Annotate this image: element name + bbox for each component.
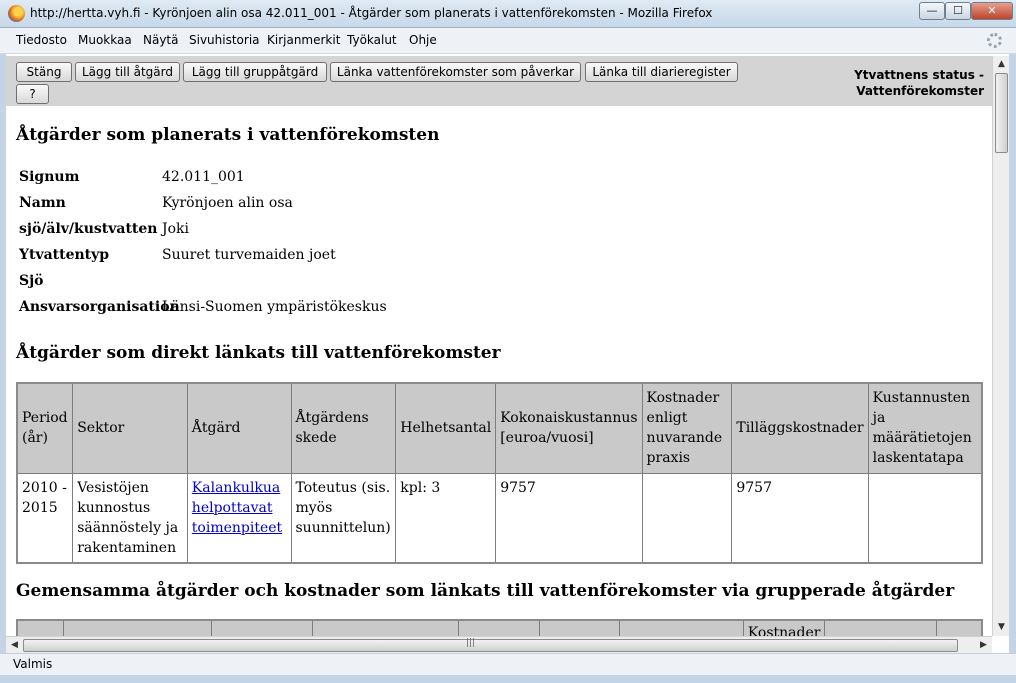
window-frame-bottom: [0, 675, 1016, 683]
column-header: Kustannusten ja määrätietojen laskentata…: [867, 382, 983, 474]
add-action-button[interactable]: Lägg till åtgärd: [75, 62, 180, 82]
scroll-down-icon[interactable]: ▼: [993, 619, 1010, 636]
sector-cell: Vesistöjen kunnostus säännöstely ja rake…: [72, 472, 188, 563]
info-value: Joki: [162, 221, 190, 237]
table-header-row: Kostnader: [16, 619, 983, 636]
help-button[interactable]: ?: [16, 84, 49, 104]
horizontal-scrollbar[interactable]: ◀ ||| ▶: [6, 636, 992, 653]
table-header-row: Period (år) Sektor Åtgärd Åtgärdens sked…: [16, 382, 983, 474]
link-water-bodies-button[interactable]: Länka vattenförekomster som påverkar: [330, 62, 581, 82]
page-viewport: Stäng Lägg till åtgärd Lägg till gruppåt…: [6, 56, 992, 636]
action-link[interactable]: Kalankulkua helpottavat toimenpiteet: [192, 480, 282, 536]
action-toolbar: Stäng Lägg till åtgärd Lägg till gruppåt…: [6, 56, 992, 106]
window-titlebar: http://hertta.vyh.fi - Kyrönjoen alin os…: [0, 0, 1016, 28]
menu-muokkaa[interactable]: Muokkaa: [78, 33, 132, 47]
scroll-up-icon[interactable]: ▲: [993, 56, 1010, 73]
column-header: Kostnader: [742, 619, 826, 636]
menu-nayta[interactable]: Näytä: [143, 33, 179, 47]
status-text: Valmis: [13, 657, 53, 671]
column-header: Kokonaiskustannus [euroa/vuosi]: [495, 382, 643, 474]
scroll-grip-icon: |||: [466, 638, 476, 648]
current-practice-cost-cell: [641, 472, 733, 563]
menu-sivuhistoria[interactable]: Sivuhistoria: [189, 33, 260, 47]
quantity-cell: kpl: 3: [395, 472, 497, 563]
info-label: sjö/älv/kustvatten: [19, 221, 158, 237]
group-actions-table: Kostnader: [16, 619, 983, 636]
status-breadcrumb-line1: Ytvattnens status -: [854, 68, 984, 82]
menu-ohje[interactable]: Ohje: [409, 33, 437, 47]
menu-bar: Tiedosto Muokkaa Näytä Sivuhistoria Kirj…: [0, 28, 1016, 54]
column-header: Period (år): [16, 382, 74, 474]
maximize-button[interactable]: ☐: [945, 2, 971, 20]
status-breadcrumb[interactable]: Ytvattnens status - Vattenförekomster: [854, 67, 984, 99]
close-window-button[interactable]: ✕: [971, 2, 1013, 20]
activity-throbber-icon: [987, 33, 1002, 48]
direct-actions-table: Period (år) Sektor Åtgärd Åtgärdens sked…: [16, 382, 983, 564]
info-value: Länsi-Suomen ympäristökeskus: [162, 299, 387, 315]
horizontal-scroll-thumb[interactable]: [23, 639, 958, 652]
calculation-method-cell: [867, 472, 983, 563]
info-value: 42.011_001: [162, 169, 245, 185]
menu-tyokalut[interactable]: Työkalut: [347, 33, 397, 47]
add-group-action-button[interactable]: Lägg till gruppåtgärd: [183, 62, 327, 82]
scroll-left-icon[interactable]: ◀: [6, 637, 23, 654]
info-label: Signum: [19, 169, 80, 185]
page-title: Åtgärder som planerats i vattenförekomst…: [16, 125, 440, 145]
column-header: Helhetsantal: [395, 382, 497, 474]
vertical-scrollbar[interactable]: ▲ ▼: [992, 56, 1009, 636]
vertical-scroll-thumb[interactable]: [995, 73, 1008, 153]
menu-tiedosto[interactable]: Tiedosto: [16, 33, 67, 47]
additional-cost-cell: 9757: [731, 472, 869, 563]
column-header: Åtgärd: [186, 382, 292, 474]
close-button[interactable]: Stäng: [16, 62, 72, 82]
info-value: Kyrönjoen alin osa: [162, 195, 293, 211]
table-row: 2010 - 2015 Vesistöjen kunnostus säännös…: [16, 472, 983, 563]
status-breadcrumb-line2: Vattenförekomster: [856, 84, 984, 98]
link-register-button[interactable]: Länka till diarieregister: [585, 62, 738, 82]
total-cost-cell: 9757: [495, 472, 643, 563]
period-cell: 2010 - 2015: [16, 472, 74, 563]
column-header: Tilläggskostnader: [731, 382, 869, 474]
info-value: Suuret turvemaiden joet: [162, 247, 336, 263]
firefox-icon: [8, 5, 25, 22]
action-cell: Kalankulkua helpottavat toimenpiteet: [186, 472, 292, 563]
info-label: Sjö: [19, 273, 44, 289]
window-title: http://hertta.vyh.fi - Kyrönjoen alin os…: [30, 6, 713, 20]
info-label: Namn: [19, 195, 66, 211]
info-label: Ansvarsorganisation: [19, 299, 180, 315]
stage-cell: Toteutus (sis. myös suunnittelun): [290, 472, 397, 563]
group-actions-heading: Gemensamma åtgärder och kostnader som lä…: [16, 581, 955, 601]
info-label: Ytvattentyp: [19, 247, 110, 263]
scroll-right-icon[interactable]: ▶: [975, 637, 992, 654]
status-bar: Valmis: [0, 653, 1016, 675]
column-header: Åtgärdens skede: [290, 382, 397, 474]
menu-kirjanmerkit[interactable]: Kirjanmerkit: [267, 33, 340, 47]
minimize-button[interactable]: —: [919, 2, 945, 20]
window-frame-right: [1009, 54, 1016, 654]
direct-actions-heading: Åtgärder som direkt länkats till vattenf…: [16, 343, 501, 363]
column-header: Kostnader enligt nuvarande praxis: [641, 382, 733, 474]
column-header: Sektor: [72, 382, 188, 474]
